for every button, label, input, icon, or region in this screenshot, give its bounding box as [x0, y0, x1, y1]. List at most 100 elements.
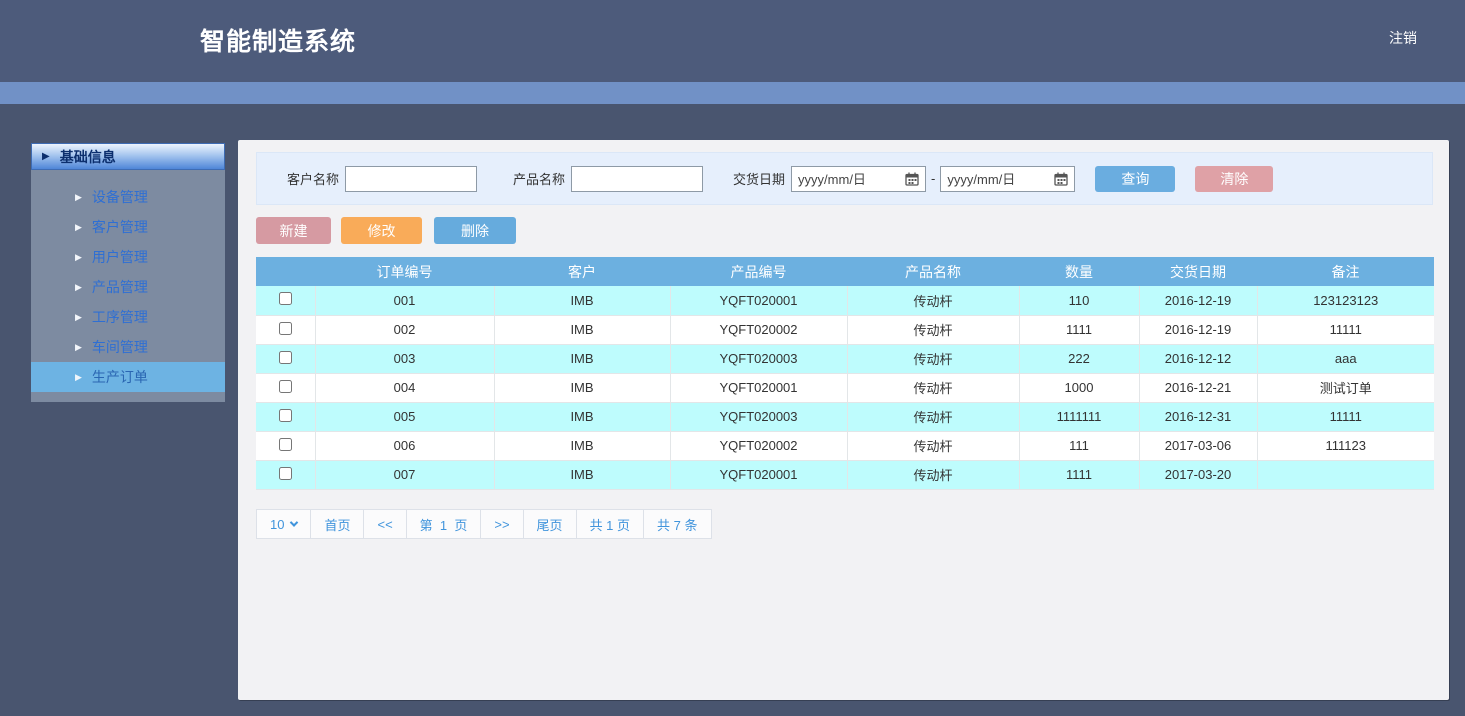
- sidebar-item-1[interactable]: ▶设备管理: [31, 182, 225, 212]
- table-row: 007IMBYQFT020001传动杆11112017-03-20: [256, 460, 1434, 489]
- table-cell: 2016-12-19: [1139, 315, 1257, 344]
- row-checkbox[interactable]: [279, 322, 292, 335]
- sidebar-item-label: 工序管理: [92, 307, 148, 327]
- table-cell: IMB: [494, 315, 670, 344]
- sidebar-item-label: 产品管理: [92, 277, 148, 297]
- table-cell: 007: [315, 460, 494, 489]
- table-cell: IMB: [494, 373, 670, 402]
- table-cell: 传动杆: [847, 286, 1019, 315]
- sidebar-item-5[interactable]: ▶工序管理: [31, 302, 225, 332]
- orders-table: 订单编号客户产品编号产品名称数量交货日期备注 001IMBYQFT020001传…: [256, 257, 1434, 490]
- row-checkbox[interactable]: [279, 351, 292, 364]
- row-checkbox[interactable]: [279, 292, 292, 305]
- table-cell: 222: [1019, 344, 1139, 373]
- row-checkbox[interactable]: [279, 409, 292, 422]
- sidebar-item-6[interactable]: ▶ 车间管理: [31, 332, 225, 362]
- table-cell: 11111: [1257, 315, 1434, 344]
- table-row: 002IMBYQFT020002传动杆11112016-12-1911111: [256, 315, 1434, 344]
- table-cell: YQFT020001: [670, 373, 847, 402]
- prev-page-button[interactable]: <<: [363, 509, 406, 539]
- row-checkbox[interactable]: [279, 380, 292, 393]
- sidebar-item-7[interactable]: ▶生产订单: [31, 362, 225, 392]
- table-cell: aaa: [1257, 344, 1434, 373]
- table-cell: 2016-12-19: [1139, 286, 1257, 315]
- column-header: 订单编号: [315, 257, 494, 286]
- arrow-right-icon: ▶: [75, 252, 82, 263]
- calendar-icon[interactable]: [1054, 172, 1068, 186]
- clear-button[interactable]: 清除: [1195, 166, 1273, 192]
- table-cell: 传动杆: [847, 373, 1019, 402]
- arrow-right-icon: ▶: [75, 342, 82, 353]
- current-page-indicator[interactable]: 第 1 页: [406, 509, 482, 539]
- column-header: 交货日期: [1139, 257, 1257, 286]
- table-cell: 123123123: [1257, 286, 1434, 315]
- page-size-select[interactable]: 10: [256, 509, 311, 539]
- table-cell: 111: [1019, 431, 1139, 460]
- sidebar-section-basic-info[interactable]: ▶ 基础信息: [31, 143, 225, 170]
- search-bar: 客户名称 产品名称 交货日期 yyyy/mm/日 - yyyy/mm/日 查询 …: [256, 152, 1433, 205]
- new-button[interactable]: 新建: [256, 217, 331, 244]
- table-cell: 2016-12-12: [1139, 344, 1257, 373]
- table-cell: 006: [315, 431, 494, 460]
- first-page-button[interactable]: 首页: [310, 509, 364, 539]
- next-page-button[interactable]: >>: [480, 509, 523, 539]
- edit-button[interactable]: 修改: [341, 217, 422, 244]
- delivery-date-end-input[interactable]: yyyy/mm/日: [940, 166, 1075, 192]
- column-header: 客户: [494, 257, 670, 286]
- total-pages-label: 共 1 页: [576, 509, 644, 539]
- table-cell: 传动杆: [847, 431, 1019, 460]
- logout-link[interactable]: 注销: [1389, 28, 1417, 48]
- table-cell: YQFT020003: [670, 344, 847, 373]
- table-cell: 测试订单: [1257, 373, 1434, 402]
- table-cell: 11111: [1257, 402, 1434, 431]
- checkbox-column-header: [256, 257, 315, 286]
- delete-button[interactable]: 删除: [434, 217, 516, 244]
- sidebar-item-3[interactable]: ▶ 用户管理: [31, 242, 225, 272]
- delivery-date-label: 交货日期: [733, 169, 785, 188]
- table-cell: 110: [1019, 286, 1139, 315]
- date-placeholder: yyyy/mm/日: [798, 169, 866, 188]
- last-page-button[interactable]: 尾页: [523, 509, 577, 539]
- column-header: 产品名称: [847, 257, 1019, 286]
- arrow-right-icon: ▶: [75, 372, 82, 383]
- column-header: 数量: [1019, 257, 1139, 286]
- table-cell: YQFT020001: [670, 460, 847, 489]
- delivery-date-start-input[interactable]: yyyy/mm/日: [791, 166, 926, 192]
- query-button[interactable]: 查询: [1095, 166, 1175, 192]
- table-row: 001IMBYQFT020001传动杆1102016-12-1912312312…: [256, 286, 1434, 315]
- row-checkbox[interactable]: [279, 438, 292, 451]
- arrow-right-icon: ▶: [75, 222, 82, 233]
- toolbar: 新建 修改 删除: [256, 217, 516, 244]
- table-cell: 1111: [1019, 460, 1139, 489]
- column-header: 产品编号: [670, 257, 847, 286]
- date-range-separator: -: [931, 171, 935, 186]
- table-cell: 1000: [1019, 373, 1139, 402]
- row-checkbox[interactable]: [279, 467, 292, 480]
- sidebar-item-2[interactable]: ▶ 客户管理: [31, 212, 225, 242]
- sidebar-item-label: 客户管理: [92, 217, 148, 237]
- table-cell: 004: [315, 373, 494, 402]
- table-cell: 2016-12-31: [1139, 402, 1257, 431]
- table-cell: IMB: [494, 431, 670, 460]
- total-items-label: 共 7 条: [643, 509, 711, 539]
- table-row: 003IMBYQFT020003传动杆2222016-12-12aaa: [256, 344, 1434, 373]
- table-row: 006IMBYQFT020002传动杆1112017-03-06111123: [256, 431, 1434, 460]
- table-cell: 002: [315, 315, 494, 344]
- sidebar-menu: ▶设备管理▶客户管理▶用户管理▶产品管理▶工序管理▶车间管理▶生产订单: [31, 170, 225, 402]
- sidebar-item-label: 车间管理: [92, 337, 148, 357]
- table-cell: 2017-03-20: [1139, 460, 1257, 489]
- calendar-icon[interactable]: [905, 172, 919, 186]
- sidebar-item-label: 用户管理: [92, 247, 148, 267]
- customer-name-input[interactable]: [345, 166, 477, 192]
- customer-name-label: 客户名称: [287, 169, 339, 188]
- sidebar-item-4[interactable]: ▶产品管理: [31, 272, 225, 302]
- sidebar: ▶ 基础信息 ▶设备管理▶客户管理▶用户管理▶产品管理▶工序管理▶车间管理▶生产…: [31, 143, 225, 402]
- date-placeholder: yyyy/mm/日: [947, 169, 1015, 188]
- column-header: 备注: [1257, 257, 1434, 286]
- arrow-right-icon: ▶: [42, 151, 50, 162]
- table-row: 004IMBYQFT020001传动杆10002016-12-21测试订单: [256, 373, 1434, 402]
- app-header: 智能制造系统 注销: [0, 0, 1465, 82]
- product-name-input[interactable]: [571, 166, 703, 192]
- table-cell: 传动杆: [847, 460, 1019, 489]
- table-cell: 传动杆: [847, 402, 1019, 431]
